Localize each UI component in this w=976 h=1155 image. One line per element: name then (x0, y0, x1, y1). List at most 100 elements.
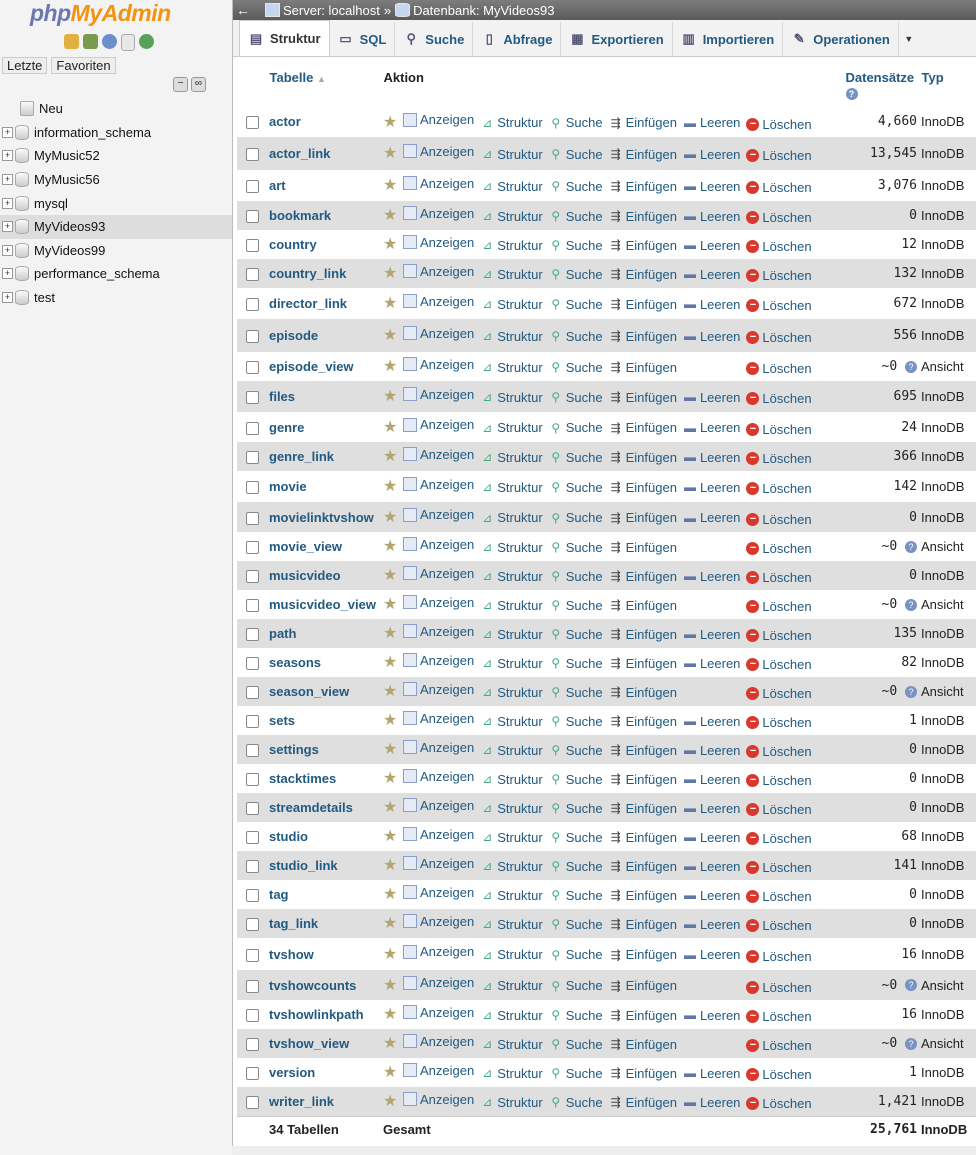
favorite-star-icon[interactable]: ★ (383, 597, 397, 613)
browse-action[interactable]: Anzeigen (403, 326, 474, 341)
drop-action[interactable]: − Löschen (746, 391, 812, 406)
drop-action[interactable]: − Löschen (746, 657, 812, 672)
drop-action[interactable]: − Löschen (746, 361, 812, 376)
search-action[interactable]: ⚲ Suche (549, 390, 602, 405)
structure-action[interactable]: ⊿ Struktur (480, 569, 543, 584)
drop-action[interactable]: − Löschen (746, 860, 812, 875)
search-action[interactable]: ⚲ Suche (549, 115, 602, 130)
row-checkbox[interactable] (245, 511, 259, 525)
browse-action[interactable]: Anzeigen (403, 682, 474, 697)
drop-action[interactable]: − Löschen (746, 298, 812, 313)
table-name-link[interactable]: country (269, 237, 317, 252)
insert-action[interactable]: ⇶ Einfügen (609, 743, 677, 758)
drop-action[interactable]: − Löschen (746, 715, 812, 730)
browse-action[interactable]: Anzeigen (403, 1063, 474, 1078)
insert-action[interactable]: ⇶ Einfügen (609, 1066, 677, 1081)
table-name-link[interactable]: movie_view (269, 539, 342, 554)
favorite-star-icon[interactable]: ★ (383, 1094, 397, 1110)
structure-action[interactable]: ⊿ Struktur (480, 978, 543, 993)
breadcrumb-database[interactable]: Datenbank: MyVideos93 (395, 3, 554, 18)
browse-action[interactable]: Anzeigen (403, 975, 474, 990)
insert-action[interactable]: ⇶ Einfügen (609, 917, 677, 932)
favorite-star-icon[interactable]: ★ (383, 916, 397, 932)
search-action[interactable]: ⚲ Suche (549, 238, 602, 253)
row-checkbox[interactable] (245, 239, 259, 253)
tab-import[interactable]: ▥ Importieren (673, 22, 784, 56)
drop-action[interactable]: − Löschen (746, 239, 812, 254)
insert-action[interactable]: ⇶ Einfügen (609, 540, 677, 555)
drop-action[interactable]: − Löschen (746, 148, 812, 163)
structure-action[interactable]: ⊿ Struktur (480, 360, 543, 375)
breadcrumb-server[interactable]: Server: localhost (265, 3, 380, 18)
search-action[interactable]: ⚲ Suche (549, 360, 602, 375)
empty-action[interactable]: ▬ Leeren (683, 1008, 740, 1023)
database-item[interactable]: + MyMusic56 (0, 168, 232, 192)
structure-action[interactable]: ⊿ Struktur (480, 859, 543, 874)
database-item[interactable]: + test (0, 286, 232, 310)
search-action[interactable]: ⚲ Suche (549, 209, 602, 224)
drop-action[interactable]: − Löschen (746, 210, 812, 225)
browse-action[interactable]: Anzeigen (403, 1092, 474, 1107)
row-checkbox[interactable] (245, 451, 259, 465)
structure-action[interactable]: ⊿ Struktur (480, 888, 543, 903)
search-action[interactable]: ⚲ Suche (549, 598, 602, 613)
search-action[interactable]: ⚲ Suche (549, 1066, 602, 1081)
table-name-link[interactable]: stacktimes (269, 771, 336, 786)
insert-action[interactable]: ⇶ Einfügen (609, 115, 677, 130)
search-action[interactable]: ⚲ Suche (549, 179, 602, 194)
table-name-link[interactable]: path (269, 626, 296, 641)
browse-action[interactable]: Anzeigen (403, 1005, 474, 1020)
table-name-link[interactable]: writer_link (269, 1094, 334, 1109)
insert-action[interactable]: ⇶ Einfügen (609, 360, 677, 375)
browse-action[interactable]: Anzeigen (403, 740, 474, 755)
browse-action[interactable]: Anzeigen (403, 387, 474, 402)
search-action[interactable]: ⚲ Suche (549, 830, 602, 845)
expand-icon[interactable]: + (2, 174, 13, 186)
database-name[interactable]: MyMusic56 (34, 172, 100, 187)
table-name-link[interactable]: streamdetails (269, 800, 353, 815)
structure-action[interactable]: ⊿ Struktur (480, 714, 543, 729)
table-name-link[interactable]: tvshowlinkpath (269, 1007, 364, 1022)
empty-action[interactable]: ▬ Leeren (683, 743, 740, 758)
insert-action[interactable]: ⇶ Einfügen (609, 1037, 677, 1052)
table-name-link[interactable]: tvshow (269, 947, 314, 962)
row-checkbox[interactable] (245, 948, 259, 962)
favorite-star-icon[interactable]: ★ (383, 1065, 397, 1081)
drop-action[interactable]: − Löschen (746, 628, 812, 643)
favorite-star-icon[interactable]: ★ (383, 419, 397, 435)
database-name[interactable]: information_schema (34, 125, 151, 140)
browse-action[interactable]: Anzeigen (403, 827, 474, 842)
empty-action[interactable]: ▬ Leeren (683, 888, 740, 903)
structure-action[interactable]: ⊿ Struktur (480, 267, 543, 282)
search-action[interactable]: ⚲ Suche (549, 859, 602, 874)
search-action[interactable]: ⚲ Suche (549, 917, 602, 932)
insert-action[interactable]: ⇶ Einfügen (609, 714, 677, 729)
empty-action[interactable]: ▬ Leeren (683, 917, 740, 932)
empty-action[interactable]: ▬ Leeren (683, 830, 740, 845)
search-action[interactable]: ⚲ Suche (549, 656, 602, 671)
table-name-link[interactable]: tag_link (269, 916, 318, 931)
structure-action[interactable]: ⊿ Struktur (480, 147, 543, 162)
view-info-icon[interactable]: ? (905, 360, 917, 373)
search-action[interactable]: ⚲ Suche (549, 743, 602, 758)
browse-action[interactable]: Anzeigen (403, 294, 474, 309)
browse-action[interactable]: Anzeigen (403, 711, 474, 726)
browse-action[interactable]: Anzeigen (403, 264, 474, 279)
view-info-icon[interactable]: ? (905, 598, 917, 611)
favorite-star-icon[interactable]: ★ (383, 266, 397, 282)
records-help-icon[interactable]: ? (845, 87, 858, 100)
tab-operations[interactable]: ✎ Operationen (783, 22, 899, 56)
logout-icon[interactable] (83, 34, 98, 49)
drop-action[interactable]: − Löschen (746, 330, 812, 345)
insert-action[interactable]: ⇶ Einfügen (609, 569, 677, 584)
structure-action[interactable]: ⊿ Struktur (480, 390, 543, 405)
table-name-link[interactable]: settings (269, 742, 319, 757)
row-checkbox[interactable] (245, 918, 259, 932)
insert-action[interactable]: ⇶ Einfügen (609, 772, 677, 787)
search-action[interactable]: ⚲ Suche (549, 569, 602, 584)
insert-action[interactable]: ⇶ Einfügen (609, 209, 677, 224)
database-item[interactable]: + information_schema (0, 121, 232, 145)
row-checkbox[interactable] (245, 599, 259, 613)
table-name-link[interactable]: actor_link (269, 146, 330, 161)
expand-icon[interactable]: + (2, 268, 13, 280)
